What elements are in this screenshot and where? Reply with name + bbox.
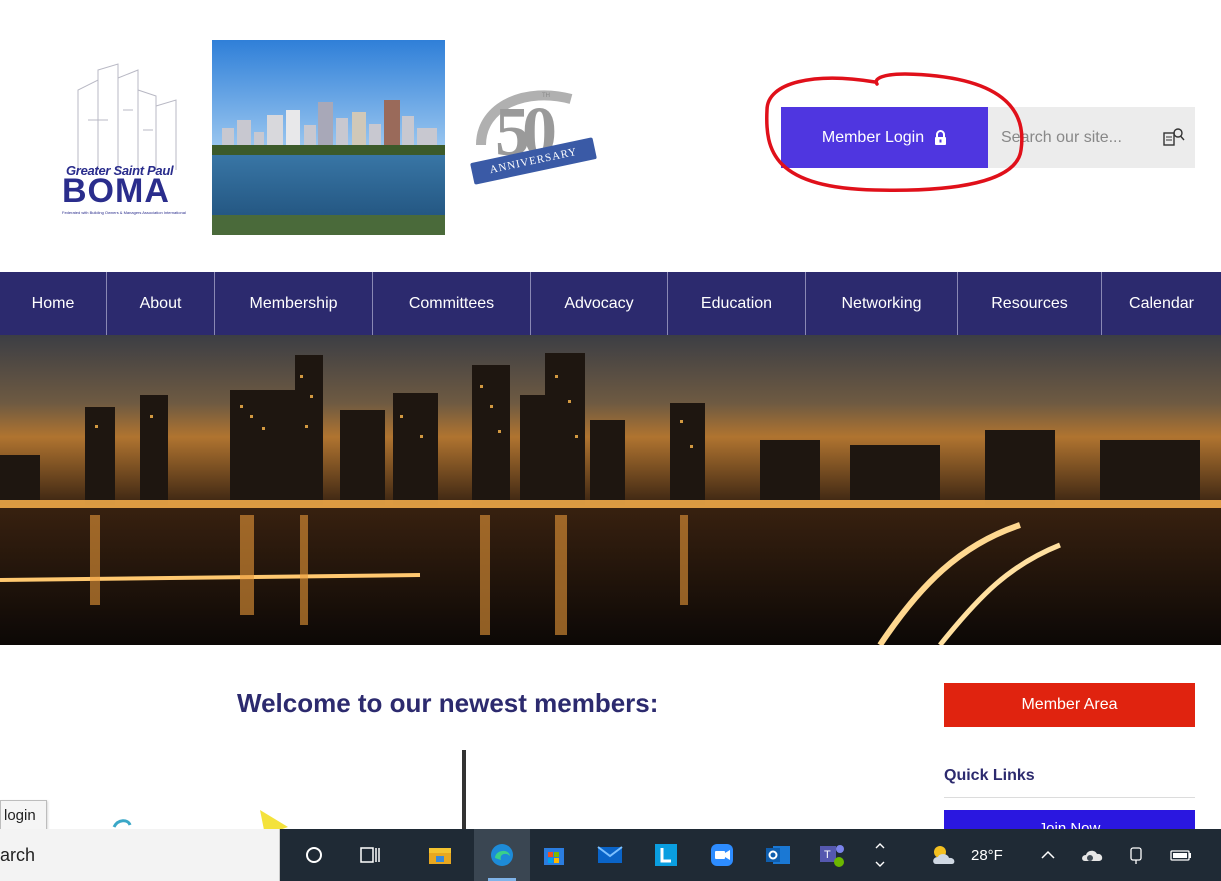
taskbar-search[interactable]: arch — [0, 829, 280, 881]
page: Greater Saint Paul BOMA Federated with B… — [0, 0, 1221, 881]
task-view-icon[interactable] — [356, 841, 384, 869]
teams-icon[interactable]: T — [818, 841, 846, 869]
l-app-icon[interactable] — [652, 841, 680, 869]
site-search — [988, 107, 1195, 168]
nav-item-membership[interactable]: Membership — [215, 272, 373, 335]
main-nav: Home About Membership Committees Advocac… — [0, 272, 1221, 335]
weather-temperature: 28°F — [971, 846, 1003, 864]
tray-up-icon[interactable] — [1036, 841, 1060, 869]
cortana-icon[interactable] — [300, 841, 328, 869]
boma-logo[interactable]: Greater Saint Paul BOMA Federated with B… — [58, 60, 193, 220]
store-icon[interactable] — [540, 841, 568, 869]
boma-logo-tagline: Federated with Building Owners & Manager… — [62, 210, 186, 215]
hero-skyline-image — [0, 335, 1221, 645]
quick-links-heading: Quick Links — [944, 767, 1035, 784]
weather-icon[interactable] — [928, 841, 962, 869]
taskbar-search-text: arch — [0, 844, 36, 865]
edge-icon[interactable] — [488, 841, 516, 869]
skyline-photo — [212, 40, 445, 235]
lock-icon — [934, 130, 947, 145]
link-tooltip: login — [0, 800, 47, 831]
network-icon[interactable] — [1124, 841, 1148, 869]
member-area-button[interactable]: Member Area — [944, 683, 1195, 727]
nav-item-advocacy[interactable]: Advocacy — [531, 272, 668, 335]
anniversary-suffix: TH — [542, 93, 550, 99]
nav-item-education[interactable]: Education — [668, 272, 806, 335]
quick-links-divider — [944, 797, 1195, 798]
onedrive-icon[interactable] — [1080, 841, 1106, 869]
search-icon[interactable] — [1163, 127, 1185, 149]
member-login-button[interactable]: Member Login — [781, 107, 988, 168]
nav-item-home[interactable]: Home — [0, 272, 107, 335]
welcome-heading: Welcome to our newest members: — [237, 688, 659, 718]
nav-item-networking[interactable]: Networking — [806, 272, 958, 335]
member-login-label: Member Login — [821, 128, 925, 146]
nav-item-resources[interactable]: Resources — [958, 272, 1102, 335]
file-explorer-icon[interactable] — [426, 841, 454, 869]
nav-item-calendar[interactable]: Calendar — [1102, 272, 1221, 335]
svg-text:T: T — [824, 849, 831, 861]
battery-icon[interactable] — [1168, 841, 1194, 869]
search-input[interactable] — [988, 128, 1148, 147]
buildings-outline-icon — [77, 63, 177, 170]
nav-item-about[interactable]: About — [107, 272, 215, 335]
taskbar: arch T 28°F — [0, 829, 1221, 881]
zoom-icon[interactable] — [708, 841, 736, 869]
anniversary-logo: 50 TH ANNIVERSARY — [467, 85, 597, 195]
mail-icon[interactable] — [596, 841, 624, 869]
outlook-icon[interactable] — [764, 841, 792, 869]
boma-logo-wordmark: BOMA — [62, 172, 170, 210]
nav-item-committees[interactable]: Committees — [373, 272, 531, 335]
chevron-icon[interactable] — [868, 841, 892, 869]
